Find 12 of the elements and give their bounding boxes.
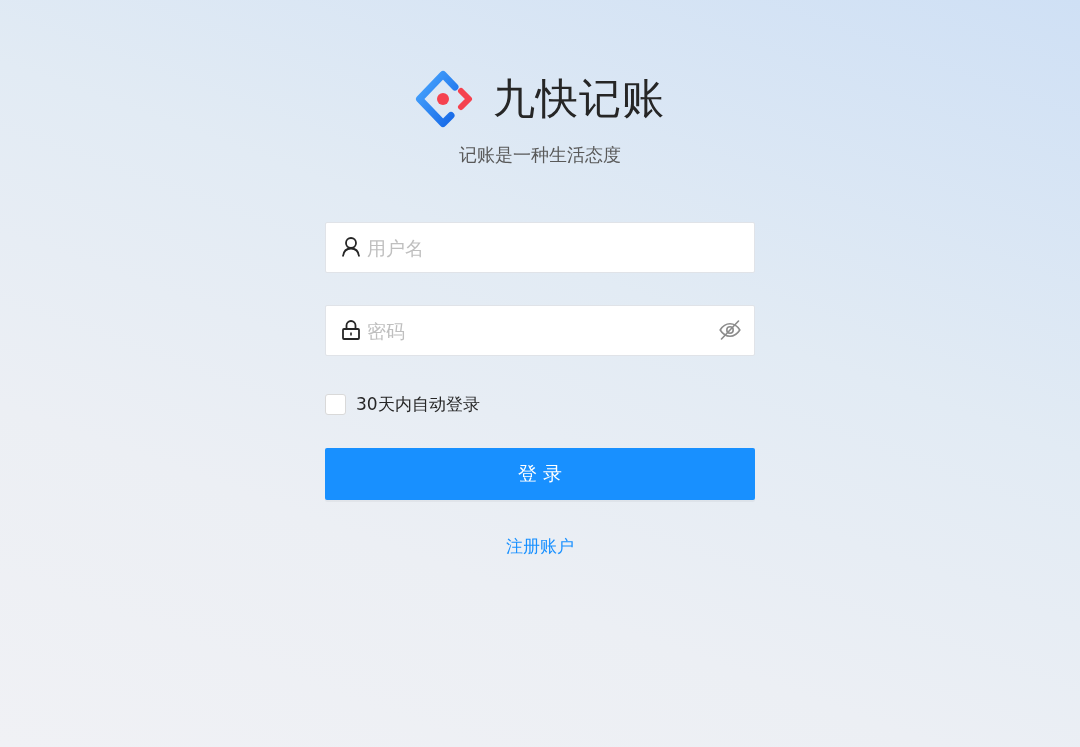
app-title: 九快记账 [493,73,665,125]
eye-slash-icon[interactable] [719,320,741,340]
password-field[interactable]: 密码 [325,305,755,356]
lock-icon [342,320,360,340]
user-icon [342,237,360,257]
register-link[interactable]: 注册账户 [506,535,574,558]
logo-icon [415,70,473,128]
app-slogan: 记账是一种生活态度 [459,143,621,167]
remember-checkbox[interactable] [325,394,346,415]
remember-label: 30天内自动登录 [356,393,480,416]
login-button[interactable]: 登 录 [325,448,755,500]
username-field[interactable]: 用户名 [325,222,755,273]
